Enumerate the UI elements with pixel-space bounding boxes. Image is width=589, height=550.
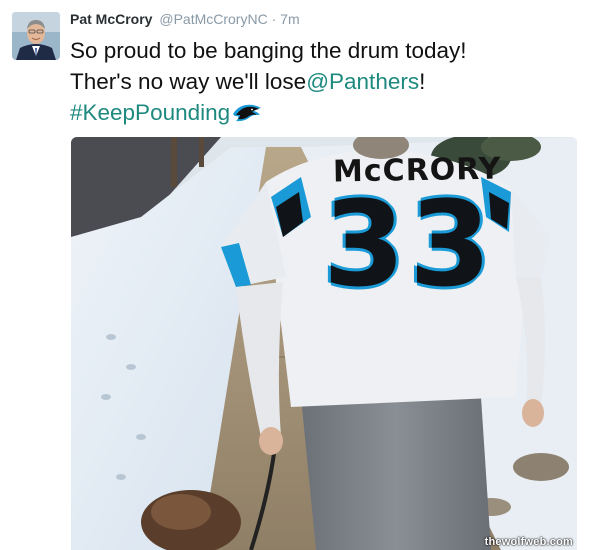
mention-link[interactable]: @Panthers <box>306 69 419 94</box>
author-name[interactable]: Pat McCrory <box>70 11 152 27</box>
panthers-logo-icon <box>232 101 262 132</box>
author-handle[interactable]: @PatMcCroryNC <box>159 11 267 27</box>
tweet-text: So proud to be banging the drum today! T… <box>70 35 580 132</box>
tweet-line-2: Ther's no way we'll lose@Panthers! <box>70 66 580 97</box>
tweet-line-1: So proud to be banging the drum today! <box>70 38 467 63</box>
watermark: thewolfweb.com <box>484 536 573 548</box>
tweet-line-2-suffix: ! <box>419 69 426 94</box>
tweet-line-3: #KeepPounding <box>70 97 580 132</box>
hashtag-link[interactable]: #KeepPounding <box>70 100 230 125</box>
tweet-line-2-prefix: Ther's no way we'll lose <box>70 69 307 94</box>
avatar[interactable] <box>12 12 60 60</box>
separator: · <box>271 11 277 27</box>
jersey-number: 33 <box>323 175 496 313</box>
tweet-header: Pat McCrory @PatMcCroryNC · 7m <box>70 11 300 29</box>
tweet: Pat McCrory @PatMcCroryNC · 7m So proud … <box>0 0 589 550</box>
tweet-photo[interactable]: McCRORY 33 thewolfweb.com <box>71 137 577 550</box>
tweet-timestamp[interactable]: 7m <box>280 11 299 27</box>
